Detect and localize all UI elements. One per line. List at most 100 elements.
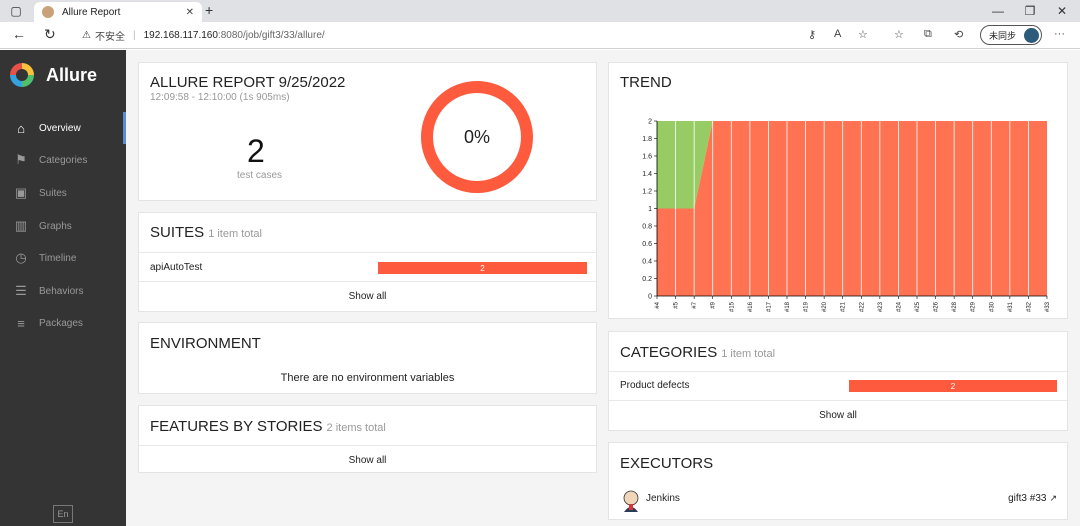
jenkins-avatar-icon bbox=[623, 490, 639, 512]
sidebar-item-timeline[interactable]: ◷ Timeline bbox=[0, 242, 126, 274]
close-window-icon[interactable]: ✕ bbox=[1046, 0, 1078, 22]
sidebar-item-categories[interactable]: ⚑ Categories bbox=[0, 144, 126, 176]
sidebar-item-label: Timeline bbox=[39, 252, 77, 264]
warning-icon: ⚠ bbox=[82, 30, 91, 41]
clock-icon: ◷ bbox=[15, 250, 27, 265]
favorites-icon[interactable]: ☆ bbox=[894, 28, 904, 41]
sidebar-item-label: Suites bbox=[39, 187, 67, 199]
suite-status-bar[interactable]: 2 bbox=[378, 262, 587, 274]
categories-subtitle: 1 item total bbox=[721, 348, 776, 360]
features-title: FEATURES BY STORIES 2 items total bbox=[150, 418, 386, 435]
environment-title: ENVIRONMENT bbox=[150, 335, 261, 352]
tab-actions-icon[interactable]: ▢ bbox=[0, 0, 32, 22]
back-arrow-icon[interactable]: ← bbox=[12, 26, 26, 42]
categories-title-text: CATEGORIES bbox=[620, 344, 718, 361]
url-host: 192.168.117.160 bbox=[143, 30, 218, 41]
language-button[interactable]: En bbox=[53, 505, 73, 523]
trend-x-tick-label: #20 bbox=[822, 301, 828, 312]
suites-title: SUITES 1 item total bbox=[150, 224, 262, 241]
trend-title: TREND bbox=[620, 74, 672, 91]
categories-widget: CATEGORIES 1 item total Product defects 2… bbox=[608, 331, 1068, 431]
features-widget: FEATURES BY STORIES 2 items total Show al… bbox=[138, 405, 597, 473]
jenkins-favicon-icon bbox=[42, 6, 54, 18]
sidebar-item-label: Categories bbox=[39, 154, 88, 166]
trend-x-tick-label: #30 bbox=[989, 301, 995, 312]
sidebar-item-overview[interactable]: ⌂ Overview bbox=[0, 112, 126, 144]
divider bbox=[139, 252, 596, 253]
executor-name-link[interactable]: Jenkins bbox=[646, 493, 680, 504]
features-show-all-link[interactable]: Show all bbox=[139, 455, 596, 466]
main-content: ALLURE REPORT 9/25/2022 12:09:58 - 12:10… bbox=[126, 50, 1080, 526]
sidebar-item-suites[interactable]: ▣ Suites bbox=[0, 177, 126, 209]
sidebar: Allure ⌂ Overview ⚑ Categories ▣ Suites … bbox=[0, 50, 126, 526]
report-title: ALLURE REPORT 9/25/2022 bbox=[150, 74, 346, 91]
suite-row-name[interactable]: apiAutoTest bbox=[150, 262, 202, 273]
briefcase-icon: ▣ bbox=[14, 185, 28, 200]
trend-x-tick-label: #17 bbox=[766, 301, 772, 312]
trend-x-tick-label: #19 bbox=[804, 301, 810, 312]
divider bbox=[609, 400, 1067, 401]
trend-y-tick-label: 2 bbox=[648, 119, 652, 126]
trend-y-tick-label: 1.6 bbox=[642, 154, 652, 161]
trend-y-tick-label: 0.6 bbox=[642, 241, 652, 248]
favorite-star-icon[interactable]: ☆ bbox=[858, 28, 868, 41]
list-icon: ☰ bbox=[15, 283, 27, 298]
sidebar-item-graphs[interactable]: ▥ Graphs bbox=[0, 210, 126, 242]
sidebar-item-packages[interactable]: ≡ Packages bbox=[0, 307, 126, 339]
sidebar-item-behaviors[interactable]: ☰ Behaviors bbox=[0, 275, 126, 307]
refresh-icon[interactable]: ↻ bbox=[44, 26, 56, 43]
insecure-label: 不安全 bbox=[94, 32, 125, 43]
divider bbox=[609, 371, 1067, 372]
trend-x-tick-label: #28 bbox=[952, 301, 958, 312]
browser-tab[interactable]: Allure Report ✕ bbox=[34, 2, 202, 22]
sidebar-item-label: Overview bbox=[39, 122, 81, 134]
executor-build-text: gift3 #33 bbox=[1008, 493, 1047, 504]
sidebar-item-label: Graphs bbox=[39, 220, 72, 232]
brand[interactable]: Allure bbox=[10, 63, 97, 87]
trend-x-tick-label: #33 bbox=[1045, 301, 1051, 312]
environment-empty-message: There are no environment variables bbox=[280, 372, 455, 384]
tab-close-icon[interactable]: ✕ bbox=[186, 7, 194, 18]
align-left-icon: ≡ bbox=[17, 315, 25, 331]
history-icon[interactable]: ⟲ bbox=[954, 28, 963, 41]
executor-build-link[interactable]: gift3 #33 ↗ bbox=[1008, 493, 1057, 504]
collections-icon[interactable]: ⧉ bbox=[924, 28, 932, 41]
categories-show-all-link[interactable]: Show all bbox=[609, 410, 1067, 421]
minimize-icon[interactable]: — bbox=[982, 0, 1014, 22]
new-tab-button[interactable]: + bbox=[205, 2, 213, 18]
more-menu-icon[interactable]: ··· bbox=[1054, 28, 1065, 40]
bar-chart-icon: ▥ bbox=[14, 218, 28, 233]
features-subtitle: 2 items total bbox=[326, 422, 386, 434]
success-rate-donut: 0% bbox=[421, 81, 533, 193]
trend-y-tick-label: 0.4 bbox=[642, 259, 652, 266]
trend-widget: TREND 0 0.2 0.4 0.6 0.8 1 1.2 1.4 1.6 1.8 2 #4 #5 #7 #… bbox=[608, 62, 1068, 319]
read-aloud-icon[interactable]: A bbox=[834, 28, 841, 40]
url-field[interactable]: ⚠ 不安全 | 192.168.117.160 :8080/job/gift3/… bbox=[82, 28, 325, 43]
summary-widget: ALLURE REPORT 9/25/2022 12:09:58 - 12:10… bbox=[138, 62, 597, 201]
category-row-name[interactable]: Product defects bbox=[620, 380, 689, 391]
trend-x-tick-label: #15 bbox=[729, 301, 735, 312]
divider bbox=[139, 445, 596, 446]
trend-y-tick-label: 0 bbox=[648, 294, 652, 301]
category-status-bar[interactable]: 2 bbox=[849, 380, 1057, 392]
address-toolbar: ← ↻ ⚠ 不安全 | 192.168.117.160 :8080/job/gi… bbox=[0, 22, 1080, 49]
trend-x-tick-label: #7 bbox=[692, 301, 698, 308]
trend-x-tick-label: #22 bbox=[859, 301, 865, 312]
suites-show-all-link[interactable]: Show all bbox=[139, 291, 596, 302]
categories-title: CATEGORIES 1 item total bbox=[620, 344, 775, 361]
home-icon: ⌂ bbox=[17, 120, 25, 136]
test-count: 2 bbox=[247, 133, 265, 169]
trend-x-tick-label: #24 bbox=[896, 301, 902, 312]
executors-title: EXECUTORS bbox=[620, 455, 714, 472]
url-separator: | bbox=[132, 30, 136, 41]
browser-tab-strip: ▢ Allure Report ✕ + — ❐ ✕ bbox=[0, 0, 1080, 22]
flag-icon: ⚑ bbox=[15, 152, 27, 167]
success-rate-value: 0% bbox=[463, 126, 490, 147]
trend-y-tick-label: 1.2 bbox=[642, 189, 652, 196]
url-path: :8080/job/gift3/33/allure/ bbox=[217, 30, 325, 41]
restore-icon[interactable]: ❐ bbox=[1014, 0, 1046, 22]
key-icon[interactable]: ⚷ bbox=[808, 28, 816, 41]
sync-button[interactable]: 未同步 bbox=[980, 25, 1042, 45]
divider bbox=[139, 281, 596, 282]
trend-x-tick-label: #23 bbox=[878, 301, 884, 312]
